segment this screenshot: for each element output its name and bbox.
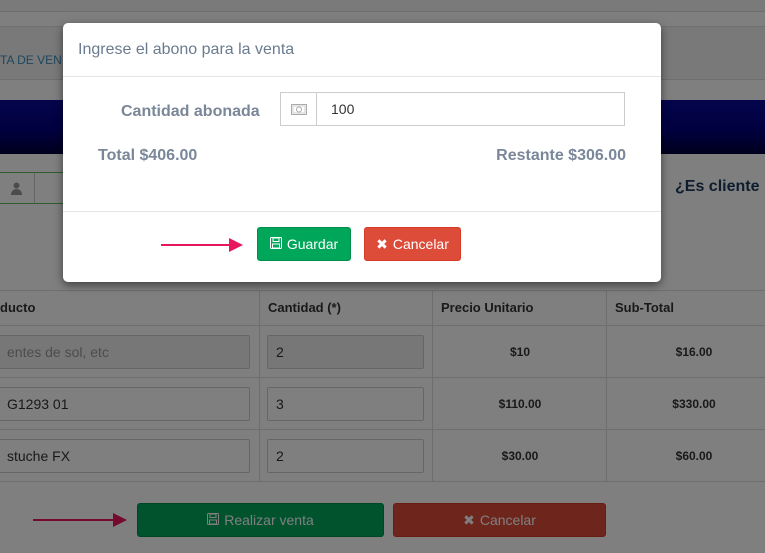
cantidad-label: Cantidad abonada	[121, 103, 260, 120]
modal-title: Ingrese el abono para la venta	[78, 40, 295, 58]
amount-input-group	[280, 92, 625, 126]
arrow-annotation	[161, 238, 243, 252]
guardar-button[interactable]: Guardar	[257, 227, 351, 261]
amount-field[interactable]	[317, 93, 624, 125]
guardar-label: Guardar	[286, 236, 339, 252]
modal-footer: Guardar ✖ Cancelar	[63, 212, 661, 281]
save-icon	[269, 236, 282, 252]
modal-header: Ingrese el abono para la venta	[63, 23, 661, 77]
payment-modal: Ingrese el abono para la venta Cantidad …	[63, 23, 661, 282]
close-icon: ✖	[376, 235, 388, 252]
cancelar-label: Cancelar	[392, 236, 449, 252]
money-icon	[281, 93, 317, 125]
restante-label: Restante $306.00	[496, 147, 626, 164]
cancelar-button[interactable]: ✖ Cancelar	[364, 227, 461, 261]
modal-body: Cantidad abonada Total $406.00 Restante …	[63, 77, 661, 212]
total-label: Total $406.00	[98, 147, 198, 164]
